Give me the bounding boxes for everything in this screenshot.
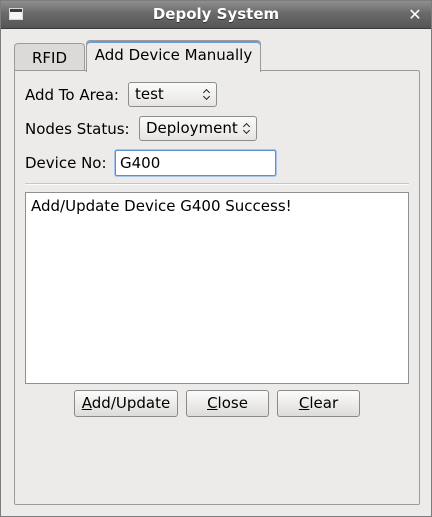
clear-mnemonic: C bbox=[298, 394, 310, 412]
log-output-area[interactable]: Add/Update Device G400 Success! bbox=[25, 192, 409, 384]
clear-button[interactable]: Clear bbox=[277, 390, 360, 417]
device-no-input[interactable] bbox=[115, 150, 276, 176]
title-bar[interactable]: Depoly System ✕ bbox=[1, 1, 431, 29]
close-mnemonic: C bbox=[207, 394, 218, 412]
nodes-status-value: Deployment bbox=[146, 119, 238, 137]
add-update-button[interactable]: Add/Update bbox=[74, 390, 178, 417]
tab-rfid[interactable]: RFID bbox=[14, 43, 85, 71]
close-button[interactable]: Close bbox=[186, 390, 269, 417]
log-message: Add/Update Device G400 Success! bbox=[31, 197, 292, 215]
tab-add-device-manually[interactable]: Add Device Manually bbox=[86, 40, 261, 72]
add-update-mnemonic: A bbox=[81, 394, 92, 412]
tab-rfid-label: RFID bbox=[31, 49, 68, 67]
separator bbox=[25, 183, 409, 185]
close-icon[interactable]: ✕ bbox=[408, 5, 422, 24]
area-label: Add To Area: bbox=[25, 86, 119, 104]
deploy-system-window: Depoly System ✕ RFID Add Device Manually… bbox=[0, 0, 432, 517]
nodes-status-select[interactable]: Deployment bbox=[139, 116, 257, 141]
select-arrows-icon bbox=[243, 120, 252, 137]
nodes-status-label: Nodes Status: bbox=[25, 120, 130, 138]
tab-add-device-label: Add Device Manually bbox=[94, 46, 253, 64]
window-title: Depoly System bbox=[152, 5, 280, 23]
area-select[interactable]: test bbox=[128, 82, 217, 107]
device-no-label: Device No: bbox=[25, 154, 107, 172]
area-select-value: test bbox=[135, 85, 164, 103]
select-arrows-icon bbox=[203, 86, 212, 103]
clear-label: lear bbox=[309, 394, 339, 412]
add-update-label: dd/Update bbox=[91, 394, 171, 412]
close-label: lose bbox=[217, 394, 248, 412]
